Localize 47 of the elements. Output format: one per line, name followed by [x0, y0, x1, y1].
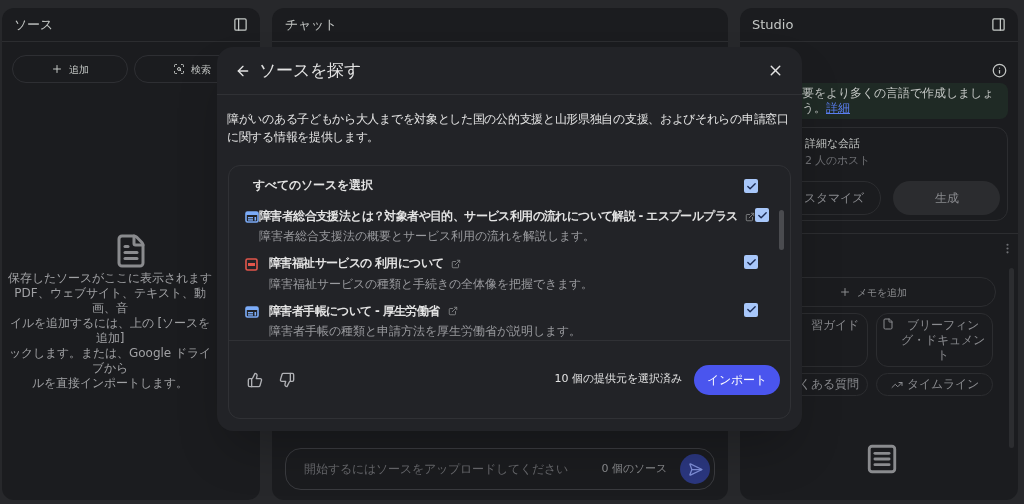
- empty-state-text: 保存したソースがここに表示されます: [8, 271, 212, 286]
- checkbox[interactable]: [744, 255, 758, 270]
- panel-toggle-icon[interactable]: [233, 17, 248, 32]
- info-icon[interactable]: [992, 63, 1007, 78]
- search-icon: [173, 63, 185, 75]
- send-icon: [687, 461, 703, 477]
- import-button[interactable]: インポート: [694, 364, 780, 395]
- web-page-icon: [245, 305, 259, 318]
- card-title: 詳細な会話: [805, 136, 861, 152]
- empty-state-text: ックします。または、Google ドライブから: [8, 346, 212, 376]
- card-subtitle: 2 人のホスト: [805, 152, 872, 169]
- note-icon: [865, 442, 899, 476]
- learn-more-link[interactable]: 詳細: [826, 101, 850, 115]
- plus-icon: [839, 286, 851, 298]
- pdf-file-icon: [245, 258, 258, 272]
- document-icon: [881, 318, 894, 330]
- empty-state-text: イルを追加するには、上の [ソースを追加]: [8, 316, 212, 346]
- note-type-button[interactable]: ブリーフィング・ドキュメント: [876, 313, 993, 367]
- source-title: 障害者手帳について - 厚生労働省: [269, 302, 440, 320]
- empty-state-text: PDF、ウェブサイト、テキスト、動画、音: [13, 286, 207, 316]
- send-button[interactable]: [680, 454, 710, 484]
- thumbs-up-icon[interactable]: [247, 371, 263, 388]
- panel-title: Studio: [752, 15, 794, 34]
- checkbox[interactable]: [755, 208, 770, 222]
- panel-title: チャット: [285, 15, 337, 34]
- plus-icon: [51, 63, 63, 75]
- empty-state-text: ルを直接インポートします。: [32, 376, 188, 391]
- checkbox[interactable]: [744, 179, 758, 193]
- source-title: 障害者総合支援法とは？対象者や目的、サービス利用の流れについて解説 - エスプールプラス: [259, 208, 738, 225]
- scrollbar[interactable]: [779, 210, 784, 250]
- select-all-label: すべてのソースを選択: [253, 177, 373, 195]
- dialog-title: ソースを探す: [259, 58, 362, 82]
- selected-count: 10 個の提供元を選択済み: [554, 371, 682, 388]
- thumbs-down-icon[interactable]: [279, 371, 295, 388]
- external-link-icon[interactable]: [745, 211, 756, 222]
- dialog-description: 障がいのある子どもから大人までを対象とした国の公的支援と山形県独自の支援、およびそれらの申請窓口に関する情報を提供します。: [227, 111, 790, 146]
- panel-toggle-icon[interactable]: [991, 17, 1006, 32]
- source-summary: 障害福祉サービスの種類と手続きの全体像を把握できます。: [269, 275, 594, 293]
- panel-title: ソース: [14, 15, 53, 34]
- checkbox[interactable]: [744, 302, 758, 317]
- source-summary: 障害者総合支援法の概要とサービス利用の流れを解説します。: [259, 228, 596, 246]
- web-page-icon: [245, 211, 259, 223]
- banner-text: 要をより多くの言語で作成しましょう。詳細: [802, 86, 995, 116]
- source-summary: 障害者手帳の種類と申請方法を厚生労働省が説明します。: [269, 322, 582, 340]
- source-title: 障害福祉サービスの 利用について: [269, 255, 444, 273]
- source-count: 0 個のソース: [601, 461, 667, 477]
- generate-button[interactable]: 生成: [893, 181, 1000, 215]
